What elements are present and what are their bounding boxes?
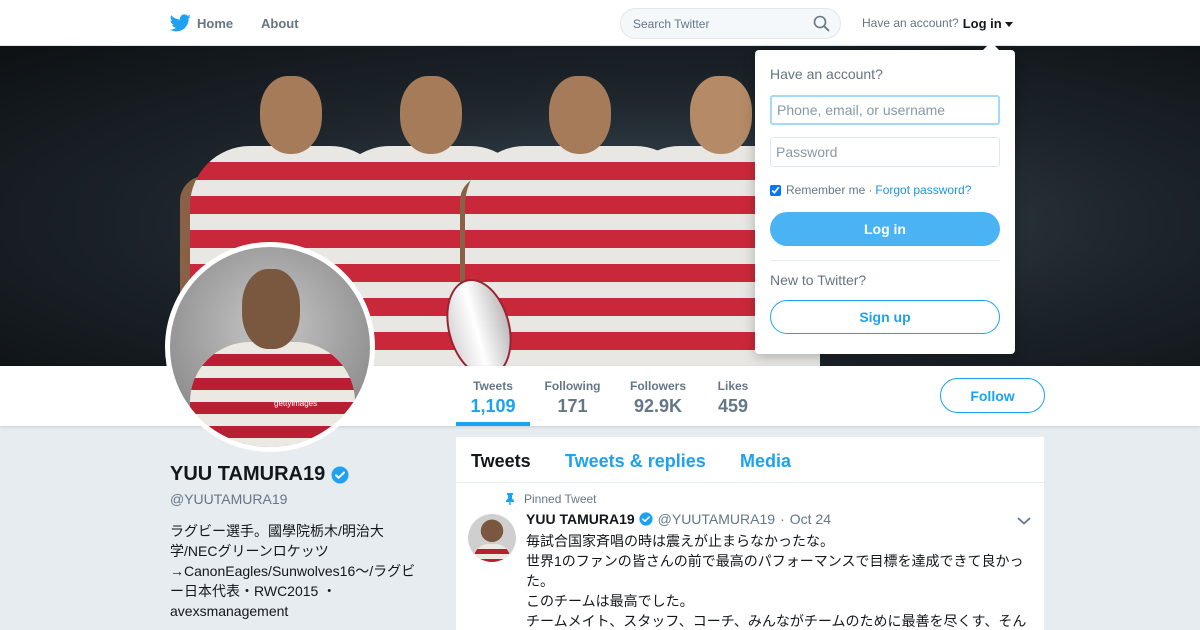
stat-value: 459 — [717, 396, 749, 416]
twitter-bird-icon — [170, 14, 191, 32]
stat-value: 171 — [557, 396, 588, 416]
verified-badge-icon — [331, 466, 349, 483]
top-navigation-bar: Home About Have an account? Log in — [0, 0, 1200, 46]
tweet-line: チームメイト、スタッフ、コーチ、みんながチームのために最善を尽くす、そん — [526, 613, 1027, 629]
stat-followers[interactable]: Followers 92.9K — [626, 366, 690, 426]
tweet-author-name[interactable]: YUU TAMURA19 — [526, 511, 635, 527]
nav-home-link[interactable]: Home — [170, 0, 233, 46]
tweet-author-handle[interactable]: @YUUTAMURA19 — [658, 511, 775, 527]
username-field[interactable] — [770, 95, 1000, 125]
stat-label: Following — [544, 379, 601, 393]
pinned-tweet-label: Pinned Tweet — [504, 492, 597, 506]
stat-following[interactable]: Following 171 — [540, 366, 605, 426]
login-dropdown-toggle[interactable]: Log in — [963, 16, 1013, 31]
tweet-separator: · — [780, 511, 785, 527]
dropdown-divider — [770, 260, 1000, 261]
password-field[interactable] — [770, 137, 1000, 167]
search-icon[interactable] — [813, 15, 830, 32]
remember-row: Remember me · Forgot password? — [770, 183, 971, 197]
stat-tweets[interactable]: Tweets 1,109 — [456, 366, 530, 426]
profile-handle[interactable]: @YUUTAMURA19 — [170, 491, 287, 507]
tweet-avatar[interactable] — [468, 514, 516, 562]
nav-home-label: Home — [197, 15, 234, 31]
login-dropdown: Have an account? Remember me · Forgot pa… — [755, 42, 1015, 354]
tweet-line: 世界1のファンの皆さんの前で最高のパフォーマンスで目標を達成できて良かった。 — [526, 553, 1024, 589]
new-to-twitter-text: New to Twitter? — [770, 272, 867, 288]
stat-likes[interactable]: Likes 459 — [712, 366, 754, 426]
follow-button[interactable]: Follow — [940, 378, 1045, 413]
tweet-line: このチームは最高でした。 — [526, 593, 694, 609]
stat-value: 92.9K — [633, 396, 683, 416]
pin-icon — [506, 493, 514, 505]
separator-dot: · — [868, 183, 873, 197]
forgot-password-link[interactable]: Forgot password? — [875, 183, 971, 197]
stat-label: Tweets — [473, 379, 513, 393]
remember-me-checkbox[interactable] — [770, 184, 781, 196]
avatar-watermark: gettyimages — [274, 399, 318, 408]
account-prompt: Have an account? Log in — [862, 0, 1013, 46]
tweet-line: 毎試合国家斉唱の時は震えが止まらなかったな。 — [526, 533, 834, 549]
stat-value: 1,109 — [470, 396, 516, 416]
tab-tweets-replies[interactable]: Tweets & replies — [565, 451, 706, 472]
stat-label: Likes — [717, 379, 749, 393]
signup-button[interactable]: Sign up — [770, 300, 1000, 334]
pinned-text: Pinned Tweet — [524, 492, 597, 506]
chevron-down-icon[interactable] — [1017, 516, 1031, 526]
login-dropdown-title: Have an account? — [770, 66, 883, 82]
profile-avatar[interactable]: gettyimages — [165, 242, 375, 452]
timeline-tabs: Tweets Tweets & replies Media — [456, 437, 1044, 483]
search-box[interactable] — [620, 8, 841, 39]
tab-tweets[interactable]: Tweets — [471, 451, 531, 472]
verified-badge-icon — [639, 512, 653, 526]
login-link-label: Log in — [962, 15, 1002, 31]
profile-name[interactable]: YUU TAMURA19 — [170, 463, 325, 486]
login-button[interactable]: Log in — [770, 212, 1000, 246]
search-input[interactable] — [633, 9, 808, 38]
tab-media[interactable]: Media — [740, 451, 791, 472]
tweet-text: 毎試合国家斉唱の時は震えが止まらなかったな。 世界1のファンの皆さんの前で最高の… — [526, 531, 1034, 630]
timeline: Tweets Tweets & replies Media Pinned Twe… — [456, 437, 1044, 630]
profile-bio: ラグビー選手。國學院栃木/明治大学/NECグリーンロケッツ→CanonEagle… — [170, 523, 416, 619]
tweet-date[interactable]: Oct 24 — [790, 511, 831, 527]
remember-me-label[interactable]: Remember me — [786, 183, 865, 197]
nav-about-link[interactable]: About — [261, 0, 299, 46]
profile-name-row: YUU TAMURA19 — [170, 463, 349, 486]
caret-down-icon — [1004, 21, 1013, 27]
have-account-text: Have an account? — [862, 16, 959, 30]
stat-label: Followers — [629, 379, 686, 393]
tweet-header: YUU TAMURA19 @YUUTAMURA19 · Oct 24 — [526, 511, 831, 527]
